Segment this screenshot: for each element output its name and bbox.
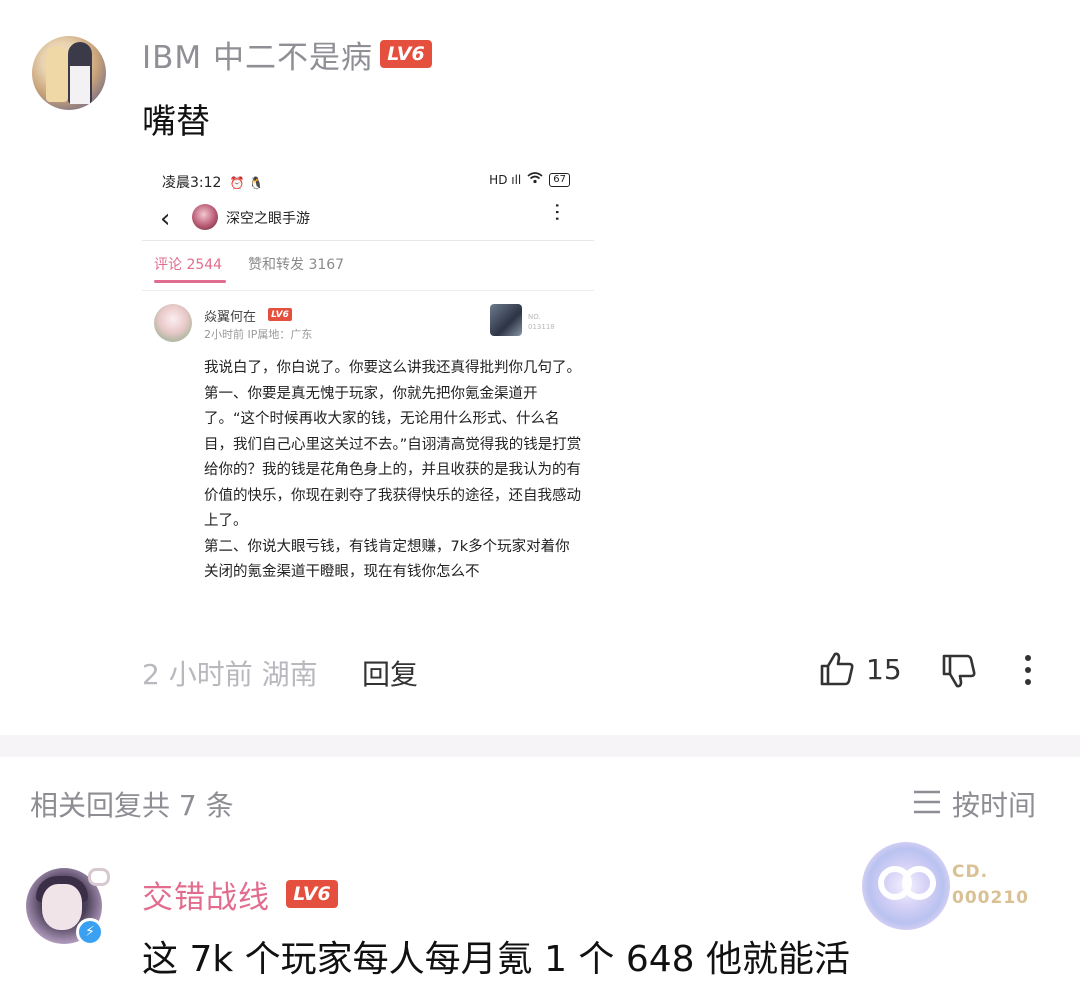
comment-username[interactable]: IBM 中二不是病	[142, 32, 373, 77]
wifi-icon	[527, 172, 543, 187]
sort-lines-icon[interactable]	[912, 789, 942, 815]
fan-badge-icon	[862, 842, 950, 930]
badge-loop	[902, 866, 936, 900]
account-avatar	[192, 204, 218, 230]
reply-button[interactable]: 回复	[362, 653, 418, 693]
signal-icon: HD ıll	[489, 172, 522, 187]
paragraph: 第一、你要是真无愧于玩家，你就先把你氪金渠道开了。“这个时候再收大家的钱，无论用…	[204, 385, 582, 530]
fan-badge-number: 000210	[952, 888, 1029, 908]
level-badge: LV6	[380, 40, 432, 68]
section-separator	[0, 735, 1080, 757]
avatar-face	[42, 884, 82, 930]
thumbs-down-icon[interactable]	[940, 652, 978, 690]
sort-by-time-button[interactable]: 按时间	[952, 784, 1036, 824]
more-vertical-icon[interactable]	[1020, 652, 1036, 688]
status-right: HD ıll 67	[489, 172, 570, 187]
paragraph: 我说白了，你白说了。你要这么讲我还真得批判你几句了。	[204, 360, 581, 376]
attached-screenshot[interactable]: 凌晨3:12 ⏰ 🐧 HD ıll 67 ‹ 深空之眼手游 ⋯ 评论 2544 …	[142, 162, 600, 608]
divider	[142, 290, 594, 291]
battery-icon: 67	[549, 172, 570, 187]
thumbs-up-icon[interactable]	[818, 650, 856, 688]
verified-badge-icon: ⚡	[76, 918, 104, 946]
avatar	[154, 304, 192, 342]
comment-time-location: 2 小时前 湖南	[142, 658, 318, 691]
comment-text: 嘴替	[142, 102, 210, 142]
avatar-bow	[88, 868, 110, 886]
more-vertical-icon: ⋯	[546, 202, 570, 222]
back-arrow-icon: ‹	[160, 204, 171, 234]
tab-comments: 评论 2544	[154, 257, 223, 273]
decoration-card-icon	[490, 304, 522, 336]
comment-username: 焱翼何在	[204, 310, 257, 325]
paragraph: 第二、你说大眼亏钱，有钱肯定想赚，7k多个玩家对着你关闭的氪金渠道干瞪眼，现在有…	[204, 538, 570, 581]
divider	[142, 240, 594, 241]
replies-count-label: 相关回复共 7 条	[30, 789, 234, 822]
level-badge: LV6	[286, 880, 338, 908]
reply-username[interactable]: 交错战线	[142, 872, 270, 917]
main-comment: IBM 中二不是病 LV6 嘴替 凌晨3:12 ⏰ 🐧 HD ıll 67 ‹ …	[0, 0, 1080, 735]
avatar-figure	[46, 46, 68, 102]
screenshot-comment-body: 我说白了，你白说了。你要这么讲我还真得批判你几句了。 第一、你要是真无愧于玩家，…	[204, 356, 584, 586]
comment-meta: 2小时前 IP属地：广东	[204, 328, 313, 341]
avatar-figure	[70, 66, 90, 104]
tab-likes-reposts: 赞和转发 3167	[248, 257, 345, 273]
level-badge: LV6	[268, 308, 292, 321]
decoration-card-text: NO. 013118	[528, 313, 555, 331]
like-count: 15	[866, 653, 902, 686]
fan-badge-label: CD.	[952, 862, 989, 882]
avatar[interactable]	[32, 36, 106, 110]
reply-text: 这 7k 个玩家每人每月氪 1 个 648 他就能活	[142, 939, 851, 980]
account-title: 深空之眼手游	[226, 211, 310, 227]
status-time: 凌晨3:12 ⏰ 🐧	[162, 175, 264, 191]
tab-underline	[154, 280, 226, 283]
